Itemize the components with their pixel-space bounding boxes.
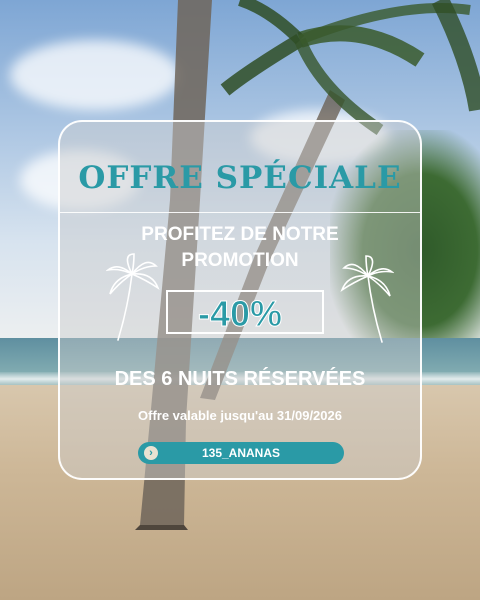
subtitle-line-1: PROFITEZ DE NOTRE xyxy=(141,224,339,245)
divider xyxy=(60,212,420,213)
validity-text: Offre valable jusqu'au 31/09/2026 xyxy=(138,408,342,423)
discount-value: -40% xyxy=(197,293,283,335)
chevron-right-icon: › xyxy=(144,446,158,460)
offer-title: OFFRE SPÉCIALE xyxy=(78,160,402,196)
promo-condition: DES 6 NUITS RÉSERVÉES xyxy=(114,368,366,390)
subtitle-line-2: PROMOTION xyxy=(181,250,299,271)
promo-subtitle: PROFITEZ DE NOTRE PROMOTION xyxy=(0,222,480,274)
promo-code[interactable]: 135_ANANAS xyxy=(138,442,344,464)
